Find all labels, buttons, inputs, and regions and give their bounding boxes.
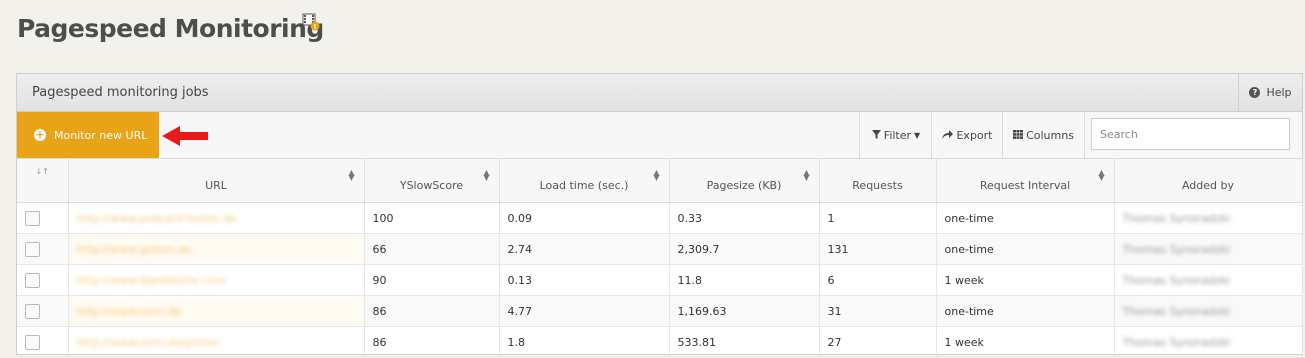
requests-header-label: Requests — [852, 179, 903, 192]
pagesize-cell: 11.8 — [669, 264, 820, 296]
filter-label: Filter — [883, 128, 912, 142]
yslow-cell: 66 — [364, 233, 500, 265]
requests-column-header[interactable]: Requests — [819, 159, 937, 203]
pagesize-header-label: Pagesize (KB) — [706, 179, 782, 192]
pagesize-cell: 1,169.63 — [669, 295, 820, 327]
table-header-row: ↓↑ URL ▲ ▼ YSlowScore ▲ ▼ Load time (sec.) ▲ ▼… — [17, 159, 1303, 203]
sort-icon: ▲ ▼ — [803, 168, 810, 182]
film-info-icon[interactable]: ! — [302, 13, 320, 31]
panel-header: Pagespeed monitoring jobs ? Help — [17, 74, 1302, 112]
requests-cell: 27 — [819, 326, 937, 358]
monitor-new-url-label: Monitor new URL — [54, 128, 148, 142]
url-link[interactable]: http://www.vorn.de — [77, 305, 182, 318]
monitor-new-url-button[interactable]: + Monitor new URL — [17, 112, 159, 158]
load-time-column-header[interactable]: Load time (sec.) ▲ ▼ — [499, 159, 670, 203]
requests-cell: 131 — [819, 233, 937, 265]
sort-icon: ▲ ▼ — [653, 168, 660, 182]
panel-title: Pagespeed monitoring jobs — [32, 85, 209, 100]
filter-icon — [871, 129, 881, 142]
export-label: Export — [956, 128, 993, 142]
load-time-cell: 1.8 — [499, 326, 670, 358]
help-label: Help — [1266, 86, 1292, 99]
interval-cell: one-time — [936, 295, 1115, 327]
url-link[interactable]: http://www.golem.de — [77, 243, 192, 256]
table-row[interactable]: http://www.golem.de 66 2.74 2,309.7 131 … — [17, 233, 1303, 265]
interval-cell: one-time — [936, 233, 1115, 265]
added-by-cell: Thomas Synoradzki — [1122, 335, 1231, 349]
load-time-cell: 2.74 — [499, 233, 670, 265]
added-by-cell: Thomas Synoradzki — [1122, 211, 1231, 225]
yslow-column-header[interactable]: YSlowScore ▲ ▼ — [364, 159, 500, 203]
svg-text:!: ! — [313, 23, 316, 31]
interval-cell: one-time — [936, 202, 1115, 234]
requests-cell: 6 — [819, 264, 937, 296]
row-checkbox[interactable] — [25, 272, 40, 288]
interval-cell: 1 week — [936, 264, 1115, 296]
table-row[interactable]: http://www.vorn.de 86 4.77 1,169.63 31 o… — [17, 295, 1303, 327]
sort-icon: ▲ ▼ — [483, 168, 490, 182]
jobs-table: ↓↑ URL ▲ ▼ YSlowScore ▲ ▼ Load time (sec.) ▲ ▼… — [17, 159, 1303, 358]
pagesize-column-header[interactable]: Pagesize (KB) ▲ ▼ — [669, 159, 820, 203]
added-by-cell: Thomas Synoradzki — [1122, 273, 1231, 287]
row-checkbox[interactable] — [25, 210, 40, 226]
pagesize-cell: 2,309.7 — [669, 233, 820, 265]
select-column-header[interactable]: ↓↑ — [17, 159, 69, 203]
sort-icon: ▲ ▼ — [348, 168, 355, 182]
columns-label: Columns — [1026, 128, 1074, 142]
share-icon — [942, 129, 954, 142]
pagesize-cell: 533.81 — [669, 326, 820, 358]
interval-cell: 1 week — [936, 326, 1115, 358]
pagesize-cell: 0.33 — [669, 202, 820, 234]
url-column-header[interactable]: URL ▲ ▼ — [68, 159, 365, 203]
added-by-header-label: Added by — [1181, 179, 1235, 192]
page-title: Pagespeed Monitoring — [17, 14, 324, 43]
yslow-cell: 90 — [364, 264, 500, 296]
interval-column-header[interactable]: Request Interval ▲ ▼ — [936, 159, 1115, 203]
table-row[interactable]: http://www.djwebtorte.com 90 0.13 11.8 6… — [17, 264, 1303, 296]
red-arrow-icon — [162, 126, 208, 146]
yslow-header-label: YSlowScore — [399, 179, 464, 192]
url-link[interactable]: http://www.djwebtorte.com — [77, 274, 227, 287]
requests-cell: 1 — [819, 202, 937, 234]
plus-icon: + — [34, 128, 46, 141]
yslow-cell: 86 — [364, 295, 500, 327]
row-checkbox[interactable] — [25, 334, 40, 350]
filter-button[interactable]: Filter ▼ — [859, 112, 932, 158]
columns-button[interactable]: Columns — [1002, 112, 1085, 158]
toolbar: + Monitor new URL Filter ▼ Export Column… — [17, 112, 1302, 159]
sort-arrows-icon: ↓↑ — [35, 166, 49, 176]
added-by-cell: Thomas Synoradzki — [1122, 304, 1231, 318]
added-by-cell: Thomas Synoradzki — [1122, 242, 1231, 256]
monitoring-jobs-panel: Pagespeed monitoring jobs ? Help + Monit… — [16, 73, 1303, 358]
added-by-column-header[interactable]: Added by — [1114, 159, 1303, 203]
load-time-cell: 0.13 — [499, 264, 670, 296]
yslow-cell: 100 — [364, 202, 500, 234]
help-button[interactable]: ? Help — [1238, 74, 1302, 111]
caret-down-icon: ▼ — [914, 130, 921, 140]
interval-header-label: Request Interval — [979, 179, 1071, 192]
help-icon: ? — [1249, 87, 1261, 98]
row-checkbox[interactable] — [25, 303, 40, 319]
load-time-cell: 4.77 — [499, 295, 670, 327]
row-checkbox[interactable] — [25, 241, 40, 257]
load-time-cell: 0.09 — [499, 202, 670, 234]
url-link[interactable]: http://www.vorn.de/preise — [77, 336, 219, 349]
url-link[interactable]: http://www.prepaid-hoster.de — [77, 212, 237, 225]
load-time-header-label: Load time (sec.) — [539, 179, 629, 192]
url-header-label: URL — [205, 179, 227, 192]
sort-icon: ▲ ▼ — [1098, 168, 1105, 182]
table-row[interactable]: http://www.vorn.de/preise 86 1.8 533.81 … — [17, 326, 1303, 358]
export-button[interactable]: Export — [931, 112, 1003, 158]
requests-cell: 31 — [819, 295, 937, 327]
grid-icon — [1013, 129, 1024, 142]
search-input[interactable] — [1091, 118, 1290, 150]
table-row[interactable]: http://www.prepaid-hoster.de 100 0.09 0.… — [17, 202, 1303, 234]
yslow-cell: 86 — [364, 326, 500, 358]
